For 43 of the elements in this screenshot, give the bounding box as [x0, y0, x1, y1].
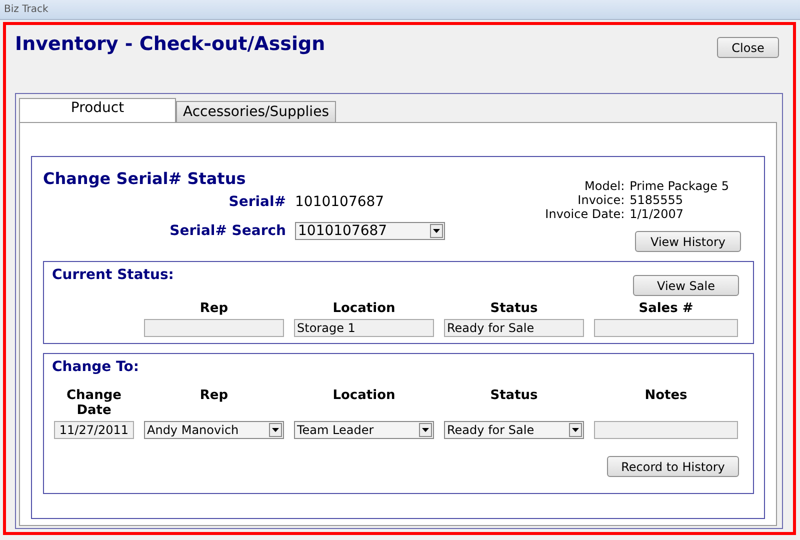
- field-label: Sales #: [638, 301, 694, 316]
- dropdown[interactable]: Andy Manovich: [144, 421, 284, 439]
- field-label: Status: [489, 388, 539, 405]
- dropdown[interactable]: Team Leader: [294, 421, 434, 439]
- serial-label: Serial#: [228, 194, 286, 210]
- close-button[interactable]: Close: [717, 37, 779, 58]
- info-value: Prime Package 5: [630, 179, 729, 193]
- text-field[interactable]: [144, 319, 284, 337]
- view-history-button[interactable]: View History: [635, 231, 741, 252]
- info-label: Invoice Date:: [545, 207, 625, 221]
- text-field[interactable]: Ready for Sale: [444, 319, 584, 337]
- tab[interactable]: Product: [19, 98, 176, 122]
- page-title: Inventory - Check-out/Assign: [15, 33, 326, 55]
- search-label: Serial# Search: [168, 223, 286, 239]
- field-label: Status: [489, 301, 539, 316]
- panel-title: Current Status:: [52, 267, 174, 283]
- field-label: Rep: [198, 301, 230, 316]
- field-label: Notes: [644, 388, 688, 405]
- text-field[interactable]: [594, 421, 738, 439]
- field-label: Change Date: [66, 388, 122, 418]
- caret-icon: [272, 428, 279, 432]
- serial-search-dropdown[interactable]: 1010107687: [295, 222, 445, 240]
- record-history-button[interactable]: Record to History: [607, 456, 739, 477]
- panel-title: Change To:: [52, 359, 140, 375]
- info-label: Model:: [584, 179, 625, 193]
- field-label: Location: [332, 301, 396, 316]
- section-title: Change Serial# Status: [43, 169, 247, 188]
- view-sale-button[interactable]: View Sale: [633, 275, 739, 296]
- info-label: Invoice:: [576, 193, 625, 207]
- info-value: 1/1/2007: [630, 207, 685, 221]
- info-value: 5185555: [630, 193, 684, 207]
- serial-value: 1010107687: [295, 194, 386, 210]
- caret-icon: [422, 428, 429, 432]
- caret-icon: [433, 229, 440, 233]
- dropdown[interactable]: Ready for Sale: [444, 421, 584, 439]
- window-title: Biz Track: [4, 4, 48, 15]
- text-field[interactable]: [594, 319, 738, 337]
- date-field[interactable]: 11/27/2011: [54, 421, 134, 439]
- caret-icon: [572, 428, 579, 432]
- tab[interactable]: Accessories/Supplies: [176, 101, 336, 122]
- field-label: Rep: [198, 388, 230, 405]
- text-field[interactable]: Storage 1: [294, 319, 434, 337]
- field-label: Location: [332, 388, 396, 405]
